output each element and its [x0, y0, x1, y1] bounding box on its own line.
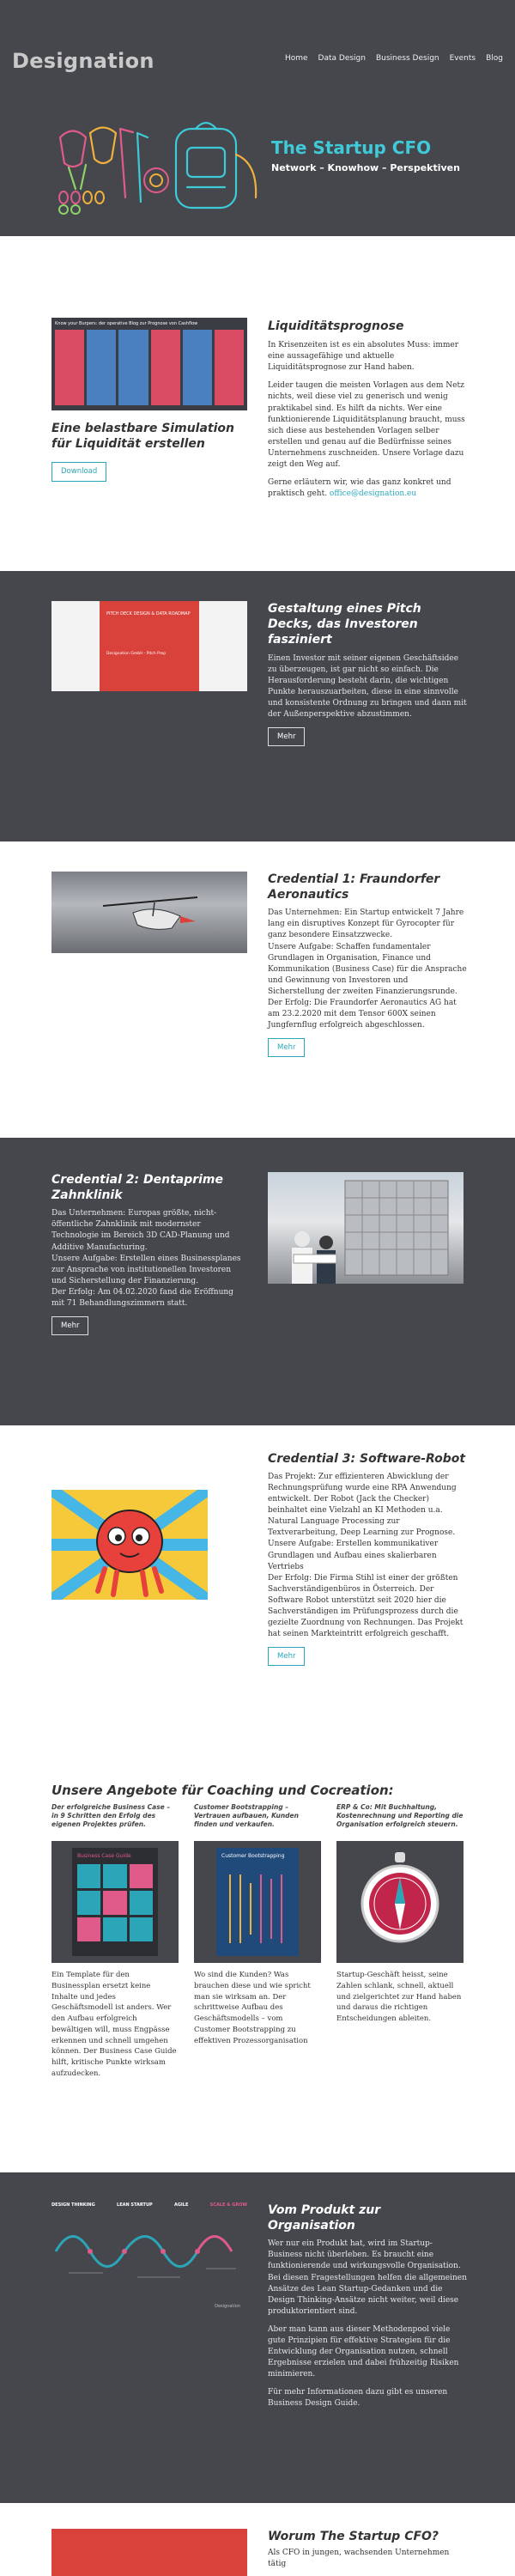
- main-nav: Home Data Design Business Design Events …: [285, 53, 503, 64]
- pitch-deck-paragraph: Einen Investor mit seiner eigenen Geschä…: [268, 653, 467, 719]
- organisation-paragraph-3: Für mehr Informationen dazu gibt es unse…: [268, 2387, 448, 2408]
- liquidity-template-image: Know your Burpers: der operative Blog zu…: [52, 318, 247, 410]
- business-case-grid: [77, 1863, 153, 1941]
- nav-events[interactable]: Events: [450, 53, 476, 64]
- credential-1-company: Das Unternehmen: Ein Startup entwickelt …: [268, 908, 464, 940]
- worum-paragraph: Als CFO in jungen, wachsenden Unternehme…: [268, 2549, 450, 2569]
- organisation-paragraph-1: Wer nur ein Produkt hat, wird im Startup…: [268, 2239, 467, 2316]
- climbing-gear-illustration: [58, 121, 258, 215]
- template-col: [87, 330, 117, 406]
- template-col: [55, 330, 85, 406]
- credential-1-title: Credential 1: Fraundorfer Aeronautics: [268, 872, 440, 902]
- gyrocopter-photo: [52, 872, 247, 953]
- section-organisation: DESIGN THINKING LEAN STARTUP AGILE SCALE…: [0, 2172, 515, 2503]
- nav-blog[interactable]: Blog: [486, 53, 503, 64]
- section-pitch-deck: PITCH DECK DESIGN & DATA ROADMAP Designa…: [0, 571, 515, 841]
- business-case-guide-image: Business Case Guide: [52, 1841, 179, 1963]
- pitch-deck-cover-title: PITCH DECK DESIGN & DATA ROADMAP: [106, 611, 191, 617]
- diagram-label-lean-startup: LEAN STARTUP: [117, 2202, 153, 2208]
- organisation-title: Vom Produkt zur Organisation: [268, 2203, 381, 2233]
- business-case-cover-title: Business Case Guide: [77, 1853, 131, 1859]
- credential-2-task: Unsere Aufgabe: Erstellen eines Business…: [52, 1254, 241, 1285]
- process-diagram: DESIGN THINKING LEAN STARTUP AGILE SCALE…: [52, 2202, 247, 2310]
- construction-photo: [268, 1172, 464, 1284]
- offers-title: Unsere Angebote für Coaching und Cocreat…: [52, 1783, 394, 1798]
- offer-card-text: Ein Template für den Businessplan ersetz…: [52, 1971, 177, 2078]
- offer-card-caption: ERP & Co: Mit Buchhaltung, Kostenrechnun…: [336, 1803, 464, 1828]
- offer-card-erp[interactable]: ERP & Co: Mit Buchhaltung, Kostenrechnun…: [336, 1803, 464, 2025]
- business-case-cover: Business Case Guide: [72, 1848, 158, 1956]
- gyrocopter-icon: [102, 896, 198, 930]
- hero-header: Designation Home Data Design Business De…: [0, 0, 515, 236]
- offer-card-caption: Customer Bootstrapping – Vertrauen aufba…: [194, 1803, 299, 1828]
- offer-card-business-case[interactable]: Der erfolgreiche Business Case – in 9 Sc…: [52, 1803, 179, 2080]
- credential-2-result: Der Erfolg: Am 04.02.2020 fand die Eröff…: [52, 1287, 233, 1308]
- template-columns: [55, 330, 245, 406]
- offer-card-text: Startup-Geschäft heisst, seine Zahlen sc…: [336, 1971, 462, 2023]
- download-button[interactable]: Download: [52, 462, 107, 482]
- section-worum: Worum The Startup CFO? Als CFO in jungen…: [0, 2503, 515, 2576]
- bootstrapping-cover: Customer Bootstrapping: [216, 1848, 299, 1956]
- credential-2-title: Credential 2: Dentaprime Zahnklinik: [52, 1173, 224, 1203]
- diagram-label-design-thinking: DESIGN THINKING: [52, 2202, 95, 2208]
- section-liquiditaet: Know your Burpers: der operative Blog zu…: [0, 236, 515, 571]
- hero-title: The Startup CFO: [271, 137, 432, 158]
- nav-data-design[interactable]: Data Design: [318, 53, 366, 64]
- pitch-deck-image: PITCH DECK DESIGN & DATA ROADMAP Designa…: [52, 601, 247, 691]
- pitch-deck-more-button[interactable]: Mehr: [268, 726, 306, 747]
- offer-card-caption: Der erfolgreiche Business Case – in 9 Sc…: [52, 1803, 171, 1828]
- compass-icon: [360, 1852, 439, 1943]
- credential-3-title: Credential 3: Software-Robot: [268, 1452, 466, 1466]
- diagram-label-agile: AGILE: [173, 2202, 189, 2208]
- offer-card-customer-bootstrapping[interactable]: Customer Bootstrapping – Vertrauen aufba…: [194, 1803, 321, 2046]
- liquidity-paragraph-2: Leider taugen die meisten Vorlagen aus d…: [268, 381, 465, 469]
- template-col: [118, 330, 148, 406]
- section-credential-2: Credential 2: Dentaprime Zahnklinik Das …: [0, 1138, 515, 1425]
- jack-the-checker-icon: [52, 1490, 208, 1600]
- offer-card-text: Wo sind die Kunden? Was brauchen diese u…: [194, 1971, 311, 2045]
- credential-2-more-button[interactable]: Mehr: [52, 1315, 89, 1336]
- diagram-label-scale: SCALE & GROW: [209, 2202, 247, 2208]
- organisation-paragraph-2: Aber man kann aus dieser Methodenpool vi…: [268, 2324, 459, 2379]
- credential-3-task: Unsere Aufgabe: Erstellen kommunikativer…: [268, 1540, 439, 1571]
- credential-1-task: Unsere Aufgabe: Schaffen fundamentaler G…: [268, 942, 467, 996]
- credential-3-more-button[interactable]: Mehr: [268, 1646, 306, 1667]
- section-credential-1: Credential 1: Fraundorfer Aeronautics Da…: [0, 841, 515, 1138]
- template-col: [182, 330, 212, 406]
- diagram-footer: Designation: [215, 2303, 240, 2309]
- pitch-deck-title: Gestaltung eines Pitch Decks, das Invest…: [268, 602, 421, 647]
- credential-2-company: Das Unternehmen: Europas größte, nicht-ö…: [52, 1209, 230, 1252]
- section-credential-3: Credential 3: Software-Robot Das Projekt…: [0, 1425, 515, 1735]
- building-scaffold-icon: [292, 1180, 449, 1284]
- bootstrapping-tools-icon: [229, 1874, 282, 1943]
- bootstrapping-cover-title: Customer Bootstrapping: [221, 1853, 285, 1859]
- liquidity-paragraph-1: In Krisenzeiten ist es ein absolutes Mus…: [268, 341, 459, 373]
- template-header: Know your Burpers: der operative Blog zu…: [55, 321, 198, 326]
- hero-subtitle: Network – Knowhow – Perspektiven: [271, 162, 460, 173]
- worum-title: Worum The Startup CFO?: [268, 2530, 439, 2543]
- worum-image-placeholder: [52, 2529, 247, 2576]
- credential-1-more-button[interactable]: Mehr: [268, 1037, 306, 1058]
- credential-3-result: Der Erfolg: Die Firma Stihl ist einer de…: [268, 1573, 464, 1638]
- template-col: [150, 330, 180, 406]
- process-loops-icon: [54, 2235, 236, 2278]
- credential-3-project: Das Projekt: Zur effizienteren Abwicklun…: [268, 1473, 457, 1538]
- site-logo[interactable]: Designation: [12, 46, 154, 76]
- section-angebote: Unsere Angebote für Coaching und Cocreat…: [0, 1735, 515, 2172]
- customer-bootstrapping-image: Customer Bootstrapping: [194, 1841, 321, 1963]
- liquidity-image-caption: Eine belastbare Simulation für Liquiditä…: [52, 422, 234, 452]
- credential-1-result: Der Erfolg: Die Fraundorfer Aeronautics …: [268, 998, 457, 1030]
- compass-image: [336, 1841, 464, 1963]
- nav-home[interactable]: Home: [285, 53, 308, 64]
- pitch-deck-cover: PITCH DECK DESIGN & DATA ROADMAP Designa…: [100, 601, 199, 691]
- liquidity-title: Liquiditätsprognose: [268, 319, 404, 333]
- pitch-deck-cover-sub: Designation GmbH · Pitch Prep: [106, 651, 167, 656]
- liquidity-paragraph-3: Gerne erläutern wir, wie das ganz konkre…: [268, 477, 467, 500]
- nav-business-design[interactable]: Business Design: [376, 53, 439, 64]
- robot-illustration: [52, 1490, 208, 1600]
- email-link[interactable]: office@designation.eu: [330, 489, 416, 498]
- template-col: [214, 330, 245, 406]
